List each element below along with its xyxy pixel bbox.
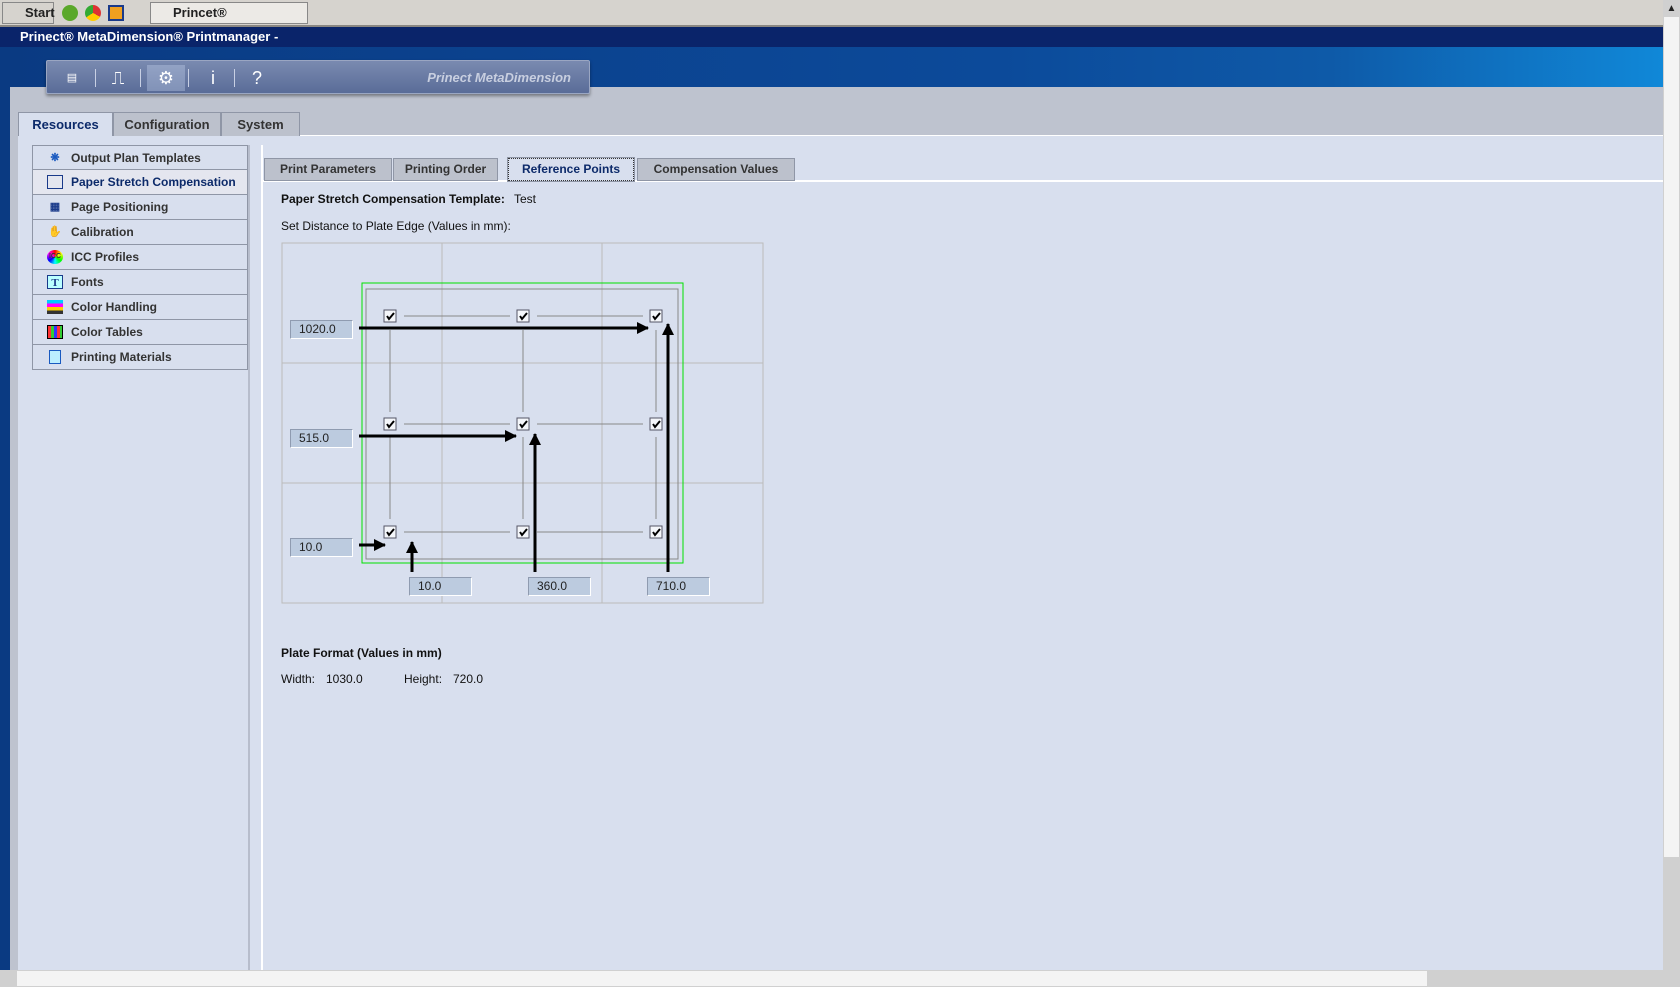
col-2-distance-input[interactable]: 360.0 [528, 577, 591, 596]
reference-point-checkbox[interactable] [649, 417, 663, 431]
plate-format-label: Plate Format (Values in mm) [281, 646, 442, 660]
vertical-scroll-thumb[interactable] [1664, 17, 1679, 857]
arrows [359, 322, 674, 572]
scroll-up-icon[interactable]: ▲ [1663, 0, 1680, 17]
reference-point-checkbox[interactable] [516, 309, 530, 323]
height-value: 720.0 [453, 672, 484, 686]
col-3-distance-input[interactable]: 710.0 [647, 577, 710, 596]
vertical-scrollbar[interactable]: ▲ [1663, 0, 1680, 970]
row-2-distance-input[interactable]: 515.0 [290, 429, 353, 448]
width-value: 1030.0 [326, 672, 363, 686]
height-label: Height: [404, 672, 443, 686]
reference-point-checkbox[interactable] [649, 525, 663, 539]
reference-point-checkbox[interactable] [383, 309, 397, 323]
row-1-distance-input[interactable]: 1020.0 [290, 320, 353, 339]
col-1-distance-input[interactable]: 10.0 [409, 577, 472, 596]
reference-point-checkbox[interactable] [383, 417, 397, 431]
horizontal-scroll-thumb[interactable] [17, 971, 1427, 986]
reference-point-checkbox[interactable] [383, 525, 397, 539]
reference-point-checkbox[interactable] [516, 525, 530, 539]
width-label: Width: [281, 672, 316, 686]
row-3-distance-input[interactable]: 10.0 [290, 538, 353, 557]
horizontal-scrollbar[interactable] [0, 970, 1680, 987]
reference-point-checkbox[interactable] [649, 309, 663, 323]
reference-points-diagram [281, 242, 764, 604]
reference-point-checkbox[interactable] [516, 417, 530, 431]
